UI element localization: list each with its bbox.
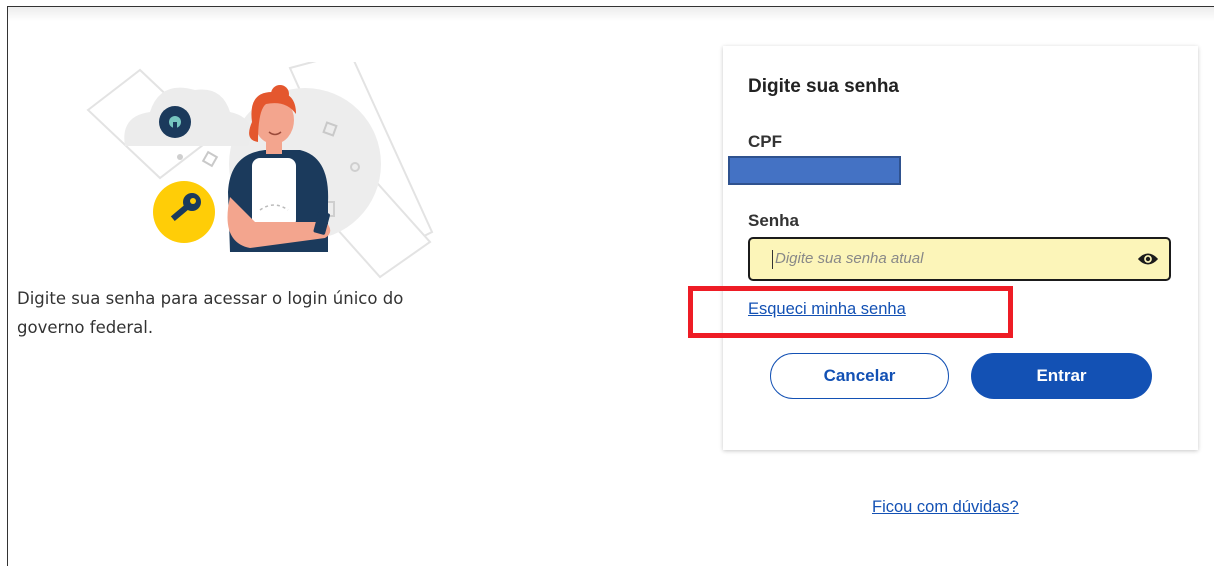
- password-input[interactable]: Digite sua senha atual: [748, 237, 1171, 281]
- password-placeholder: Digite sua senha atual: [775, 250, 924, 267]
- highlight-box: [688, 286, 1013, 338]
- eye-icon[interactable]: [1137, 251, 1159, 267]
- text-caret: [772, 250, 773, 269]
- intro-line-1: Digite sua senha para acessar o login ún…: [17, 289, 404, 308]
- card-title: Digite sua senha: [748, 76, 899, 97]
- cancel-button[interactable]: Cancelar: [770, 353, 949, 399]
- intro-line-2: governo federal.: [17, 318, 154, 337]
- help-link[interactable]: Ficou com dúvidas?: [872, 498, 1019, 517]
- cpf-redacted-value: [728, 156, 901, 185]
- password-label: Senha: [748, 211, 800, 230]
- cpf-label: CPF: [748, 132, 782, 151]
- intro-text: Digite sua senha para acessar o login ún…: [17, 284, 477, 342]
- top-shadow: [8, 7, 1214, 21]
- login-illustration: [86, 62, 434, 279]
- password-card: Digite sua senha CPF Senha Digite sua se…: [723, 46, 1198, 450]
- enter-button[interactable]: Entrar: [971, 353, 1152, 399]
